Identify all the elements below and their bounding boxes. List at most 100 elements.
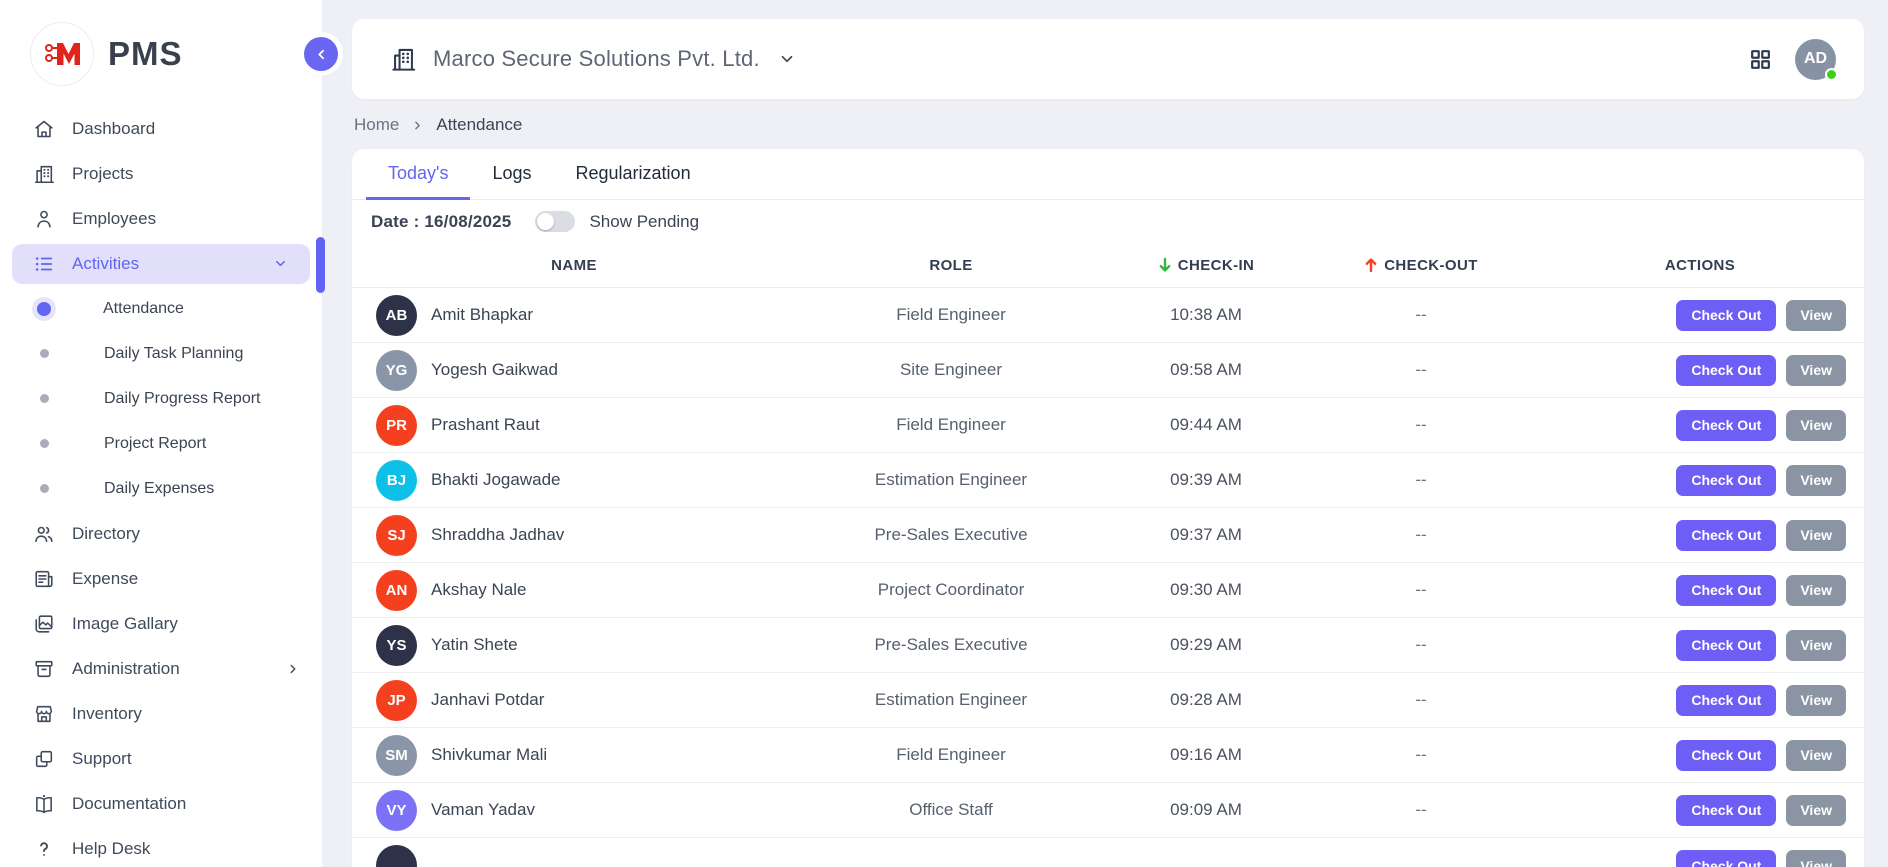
avatar: JP	[376, 680, 417, 721]
check-in-time: 09:29 AM	[1106, 635, 1306, 655]
chevron-down-icon	[778, 50, 796, 68]
sidebar: PMS Dashboard Projects	[0, 0, 322, 867]
table-row: YG Yogesh Gaikwad Site Engineer 09:58 AM…	[352, 343, 1864, 398]
avatar: AN	[376, 570, 417, 611]
column-header-name: NAME	[352, 257, 796, 274]
tab-todays[interactable]: Today's	[366, 149, 470, 200]
column-header-checkin[interactable]: CHECK-IN	[1106, 257, 1306, 274]
show-pending-label: Show Pending	[589, 212, 699, 232]
view-button[interactable]: View	[1786, 300, 1846, 331]
employee-name: Shraddha Jadhav	[431, 525, 564, 545]
sidebar-nav: Dashboard Projects Employees	[0, 106, 322, 867]
view-button[interactable]: View	[1786, 520, 1846, 551]
check-out-button[interactable]: Check Out	[1676, 630, 1776, 661]
table-row: SM Shivkumar Mali Field Engineer 09:16 A…	[352, 728, 1864, 783]
check-in-time: 09:28 AM	[1106, 690, 1306, 710]
table-body: AB Amit Bhapkar Field Engineer 10:38 AM …	[352, 288, 1864, 867]
view-button[interactable]: View	[1786, 355, 1846, 386]
check-in-time: 10:38 AM	[1106, 305, 1306, 325]
show-pending-toggle[interactable]	[535, 211, 575, 232]
check-in-time: 09:09 AM	[1106, 800, 1306, 820]
user-icon	[32, 207, 56, 231]
sidebar-item-project-report[interactable]: Project Report	[0, 421, 322, 466]
view-button[interactable]: View	[1786, 630, 1846, 661]
avatar: PR	[376, 405, 417, 446]
table-row: YS Yatin Shete Pre-Sales Executive 09:29…	[352, 618, 1864, 673]
sidebar-item-label: Documentation	[72, 794, 186, 814]
check-out-time: --	[1306, 360, 1536, 380]
tab-logs[interactable]: Logs	[470, 149, 553, 200]
avatar: VY	[376, 790, 417, 831]
building-icon	[390, 46, 417, 73]
view-button[interactable]: View	[1786, 685, 1846, 716]
view-button[interactable]: View	[1786, 795, 1846, 826]
user-avatar[interactable]: AD	[1795, 39, 1836, 80]
sidebar-item-help-desk[interactable]: Help Desk	[0, 826, 322, 867]
column-header-checkout[interactable]: CHECK-OUT	[1306, 257, 1536, 274]
check-out-button[interactable]: Check Out	[1676, 685, 1776, 716]
avatar: BJ	[376, 460, 417, 501]
employee-name: Yatin Shete	[431, 635, 518, 655]
sidebar-item-support[interactable]: Support	[0, 736, 322, 781]
column-header-role: ROLE	[796, 257, 1106, 274]
users-icon	[32, 522, 56, 546]
employee-name: Yogesh Gaikwad	[431, 360, 558, 380]
check-out-button[interactable]: Check Out	[1676, 575, 1776, 606]
check-out-button[interactable]: Check Out	[1676, 355, 1776, 386]
check-out-button[interactable]: Check Out	[1676, 740, 1776, 771]
check-out-button[interactable]: Check Out	[1676, 850, 1776, 867]
sidebar-subitem-label: Project Report	[104, 435, 206, 453]
view-button[interactable]: View	[1786, 465, 1846, 496]
breadcrumb-home[interactable]: Home	[354, 115, 399, 135]
check-out-time: --	[1306, 525, 1536, 545]
sidebar-item-documentation[interactable]: Documentation	[0, 781, 322, 826]
sidebar-item-activities[interactable]: Activities	[12, 244, 310, 284]
sidebar-item-administration[interactable]: Administration	[0, 646, 322, 691]
sidebar-item-attendance[interactable]: Attendance	[0, 286, 322, 331]
chevron-right-icon	[286, 662, 300, 676]
sidebar-item-directory[interactable]: Directory	[0, 511, 322, 556]
sidebar-item-daily-expenses[interactable]: Daily Expenses	[0, 466, 322, 511]
check-out-button[interactable]: Check Out	[1676, 410, 1776, 441]
view-button[interactable]: View	[1786, 575, 1846, 606]
check-in-time: 09:39 AM	[1106, 470, 1306, 490]
check-out-button[interactable]: Check Out	[1676, 795, 1776, 826]
sidebar-item-image-gallary[interactable]: Image Gallary	[0, 601, 322, 646]
company-name: Marco Secure Solutions Pvt. Ltd.	[433, 46, 760, 72]
view-button[interactable]: View	[1786, 850, 1846, 867]
breadcrumb-current: Attendance	[436, 115, 522, 135]
check-in-time: 09:58 AM	[1106, 360, 1306, 380]
check-out-time: --	[1306, 800, 1536, 820]
dot-icon	[40, 394, 49, 403]
table-header: NAME ROLE CHECK-IN CHECK-OUT ACTIONS	[352, 243, 1864, 288]
sidebar-item-label: Projects	[72, 164, 133, 184]
sidebar-item-expense[interactable]: Expense	[0, 556, 322, 601]
company-selector[interactable]: Marco Secure Solutions Pvt. Ltd.	[390, 46, 796, 73]
check-out-button[interactable]: Check Out	[1676, 300, 1776, 331]
sidebar-item-employees[interactable]: Employees	[0, 196, 322, 241]
check-out-button[interactable]: Check Out	[1676, 520, 1776, 551]
apps-grid-icon[interactable]	[1748, 47, 1773, 72]
employee-name: Amit Bhapkar	[431, 305, 533, 325]
avatar: YG	[376, 350, 417, 391]
sidebar-collapse-button[interactable]	[304, 37, 338, 71]
table-row: VY Vaman Yadav Office Staff 09:09 AM -- …	[352, 783, 1864, 838]
sidebar-item-daily-progress-report[interactable]: Daily Progress Report	[0, 376, 322, 421]
avatar: AB	[376, 295, 417, 336]
breadcrumb: Home Attendance	[354, 115, 1864, 135]
sidebar-item-inventory[interactable]: Inventory	[0, 691, 322, 736]
view-button[interactable]: View	[1786, 740, 1846, 771]
check-out-button[interactable]: Check Out	[1676, 465, 1776, 496]
sidebar-item-daily-task-planning[interactable]: Daily Task Planning	[0, 331, 322, 376]
sidebar-item-dashboard[interactable]: Dashboard	[0, 106, 322, 151]
sidebar-item-label: Activities	[72, 254, 139, 274]
sidebar-item-projects[interactable]: Projects	[0, 151, 322, 196]
logo: PMS	[0, 0, 322, 102]
sidebar-subitem-label: Daily Expenses	[104, 480, 214, 498]
sidebar-item-label: Employees	[72, 209, 156, 229]
view-button[interactable]: View	[1786, 410, 1846, 441]
tab-regularization[interactable]: Regularization	[554, 149, 713, 200]
user-initials: AD	[1804, 50, 1827, 68]
employee-name: Janhavi Potdar	[431, 690, 544, 710]
table-row: AN Akshay Nale Project Coordinator 09:30…	[352, 563, 1864, 618]
